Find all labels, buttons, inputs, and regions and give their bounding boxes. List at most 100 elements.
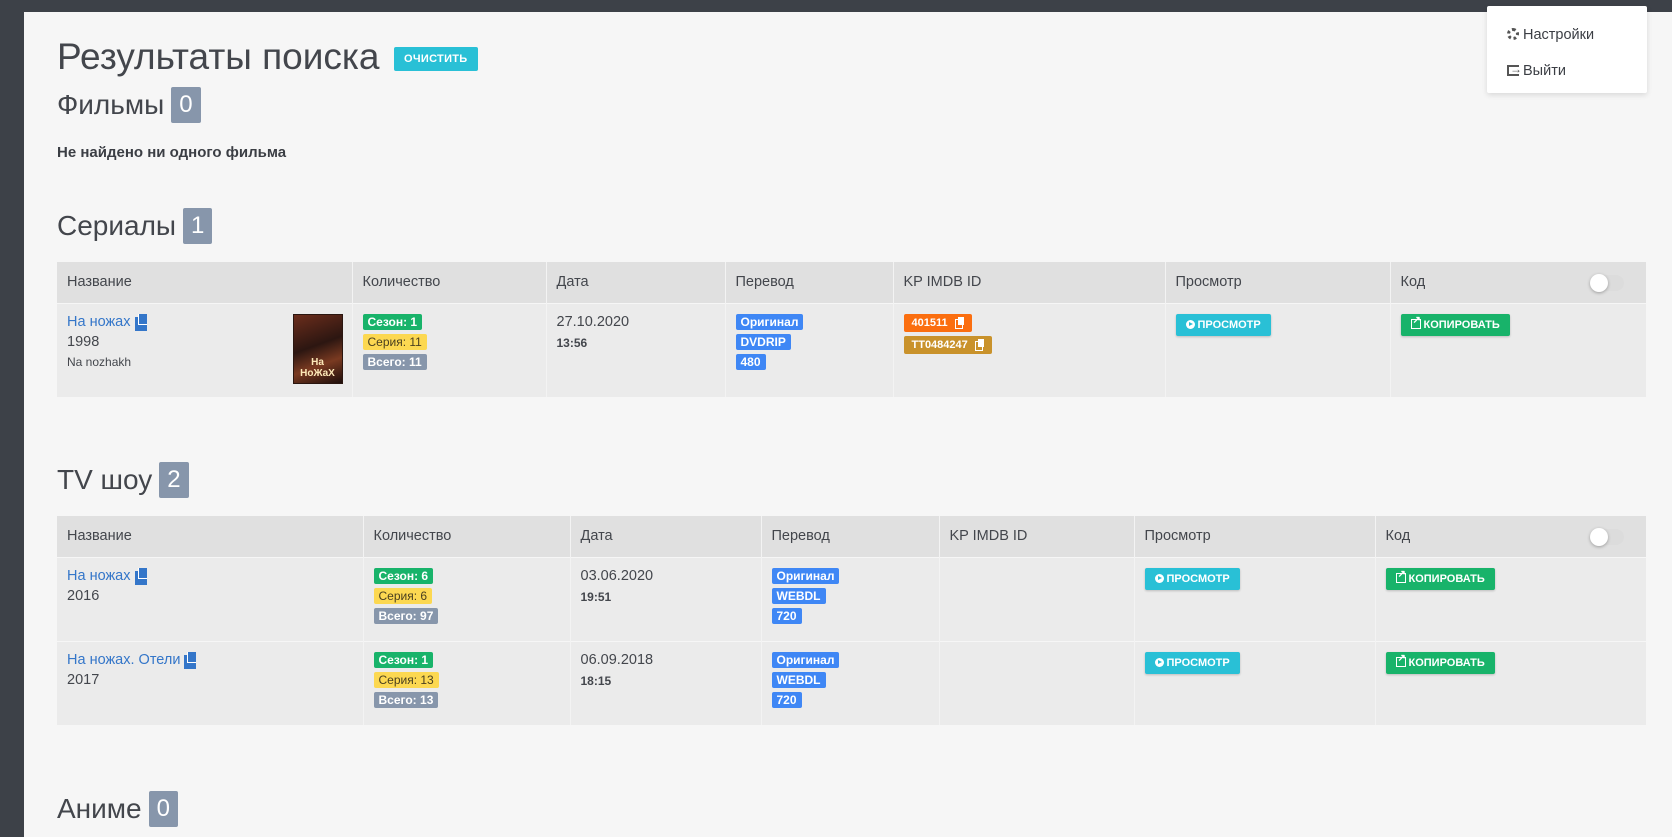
- title-link[interactable]: На ножах: [67, 314, 131, 330]
- title-link[interactable]: На ножах: [67, 568, 131, 584]
- table-header-row: Название Количество Дата Перевод KP IMDB…: [57, 262, 1646, 303]
- play-icon: [1154, 573, 1164, 583]
- cell-code: КОПИРОВАТЬ: [1375, 640, 1646, 725]
- cell-view: ПРОСМОТР: [1134, 556, 1376, 641]
- cell-name: На ножах 1998 Na nozhakh На НоЖаХ: [57, 302, 353, 397]
- col-ids: KP IMDB ID: [893, 262, 1166, 303]
- menu-item-logout[interactable]: Выйти: [1507, 62, 1566, 79]
- episode-badge: Серия: 6: [373, 587, 433, 604]
- copy-icon: [974, 338, 984, 351]
- series-count-badge: 1: [183, 208, 213, 244]
- total-badge: Всего: 13: [373, 691, 439, 708]
- episode-badge: Серия: 13: [373, 671, 439, 688]
- table-row: На ножах 2016 Сезон: 6 Серия: 6 Всего: 9…: [57, 556, 1646, 641]
- copy-icon[interactable]: [134, 313, 147, 331]
- col-view: Просмотр: [1134, 516, 1376, 557]
- col-code: Код: [1375, 516, 1646, 557]
- sign-out-icon: [1507, 62, 1522, 76]
- copy-icon[interactable]: [134, 567, 147, 585]
- col-translation: Перевод: [725, 262, 894, 303]
- section-anime-title: Аниме 0: [57, 791, 178, 827]
- time-text: 18:15: [580, 673, 612, 688]
- total-badge: Всего: 11: [362, 353, 427, 370]
- quality-badge: DVDRIP: [735, 333, 791, 350]
- cell-code: КОПИРОВАТЬ: [1375, 556, 1646, 641]
- section-tvshow-title: TV шоу 2: [57, 462, 189, 498]
- series-table: Название Количество Дата Перевод KP IMDB…: [57, 262, 1646, 397]
- gear-icon: [1507, 28, 1519, 40]
- translation-badge: Оригинал: [735, 313, 804, 330]
- poster-image[interactable]: На НоЖаХ: [292, 313, 343, 384]
- kp-id-badge[interactable]: 401511: [903, 313, 972, 332]
- year: 2017: [67, 671, 100, 688]
- resolution-badge: 480: [735, 353, 766, 370]
- cell-count: Сезон: 1 Серия: 11 Всего: 11: [352, 302, 547, 397]
- cell-name: На ножах 2016: [57, 556, 364, 641]
- col-view: Просмотр: [1165, 262, 1391, 303]
- episode-badge: Серия: 11: [362, 333, 427, 350]
- col-name: Название: [57, 516, 364, 557]
- cell-date: 06.09.2018 18:15: [570, 640, 762, 725]
- user-dropdown-menu: Настройки Выйти: [1487, 6, 1647, 93]
- view-button[interactable]: ПРОСМОТР: [1144, 567, 1240, 590]
- resolution-badge: 720: [771, 691, 802, 708]
- external-link-icon: [1395, 653, 1406, 667]
- season-badge: Сезон: 6: [373, 567, 434, 584]
- anime-count-badge: 0: [148, 791, 178, 827]
- external-link-icon: [1410, 315, 1421, 329]
- time-text: 19:51: [580, 589, 612, 604]
- quality-badge: WEBDL: [771, 671, 826, 688]
- view-button[interactable]: ПРОСМОТР: [1175, 313, 1271, 336]
- translation-badge: Оригинал: [771, 651, 840, 668]
- clear-button[interactable]: ОЧИСТИТЬ: [394, 47, 478, 71]
- col-code: Код: [1390, 262, 1646, 303]
- title-link[interactable]: На ножах. Отели: [67, 652, 180, 668]
- table-row: На ножах 1998 Na nozhakh На НоЖаХ Сезон:…: [57, 302, 1646, 397]
- cell-ids: [939, 640, 1135, 725]
- code-toggle-switch[interactable]: [1590, 528, 1624, 546]
- films-count-badge: 0: [171, 87, 201, 123]
- view-button[interactable]: ПРОСМОТР: [1144, 651, 1240, 674]
- col-date: Дата: [570, 516, 762, 557]
- quality-badge: WEBDL: [771, 587, 826, 604]
- copy-code-button[interactable]: КОПИРОВАТЬ: [1385, 567, 1495, 590]
- cell-ids: 401511 TT0484247: [893, 302, 1166, 397]
- tvshow-count-badge: 2: [159, 462, 189, 498]
- play-icon: [1154, 657, 1164, 667]
- date-text: 06.09.2018: [580, 651, 654, 668]
- external-link-icon: [1395, 569, 1406, 583]
- cell-date: 27.10.2020 13:56: [546, 302, 726, 397]
- page-title: Результаты поиска: [57, 36, 380, 77]
- cell-count: Сезон: 6 Серия: 6 Всего: 97: [363, 556, 571, 641]
- menu-item-settings[interactable]: Настройки: [1507, 27, 1594, 43]
- cell-count: Сезон: 1 Серия: 13 Всего: 13: [363, 640, 571, 725]
- date-text: 03.06.2020: [580, 567, 654, 584]
- copy-code-button[interactable]: КОПИРОВАТЬ: [1385, 651, 1495, 674]
- left-sidebar-edge: [0, 0, 24, 837]
- play-icon: [1185, 319, 1195, 329]
- films-empty-message: Не найдено ни одного фильма: [57, 144, 287, 161]
- translation-badge: Оригинал: [771, 567, 840, 584]
- imdb-id-badge[interactable]: TT0484247: [903, 335, 992, 354]
- section-films-title: Фильмы 0: [57, 87, 201, 123]
- col-name: Название: [57, 262, 353, 303]
- col-date: Дата: [546, 262, 726, 303]
- copy-code-button[interactable]: КОПИРОВАТЬ: [1400, 313, 1510, 336]
- copy-icon: [954, 316, 964, 329]
- cell-date: 03.06.2020 19:51: [570, 556, 762, 641]
- cell-code: КОПИРОВАТЬ: [1390, 302, 1646, 397]
- year: 2016: [67, 587, 100, 604]
- code-toggle-switch[interactable]: [1590, 274, 1624, 292]
- resolution-badge: 720: [771, 607, 802, 624]
- col-count: Количество: [363, 516, 571, 557]
- copy-icon[interactable]: [184, 651, 197, 669]
- cell-view: ПРОСМОТР: [1165, 302, 1391, 397]
- season-badge: Сезон: 1: [362, 313, 423, 330]
- total-badge: Всего: 97: [373, 607, 439, 624]
- cell-translation: Оригинал DVDRIP 480: [725, 302, 894, 397]
- section-series-title: Сериалы 1: [57, 208, 213, 244]
- col-count: Количество: [352, 262, 547, 303]
- cell-view: ПРОСМОТР: [1134, 640, 1376, 725]
- tvshow-table: Название Количество Дата Перевод KP IMDB…: [57, 516, 1646, 725]
- time-text: 13:56: [556, 335, 588, 350]
